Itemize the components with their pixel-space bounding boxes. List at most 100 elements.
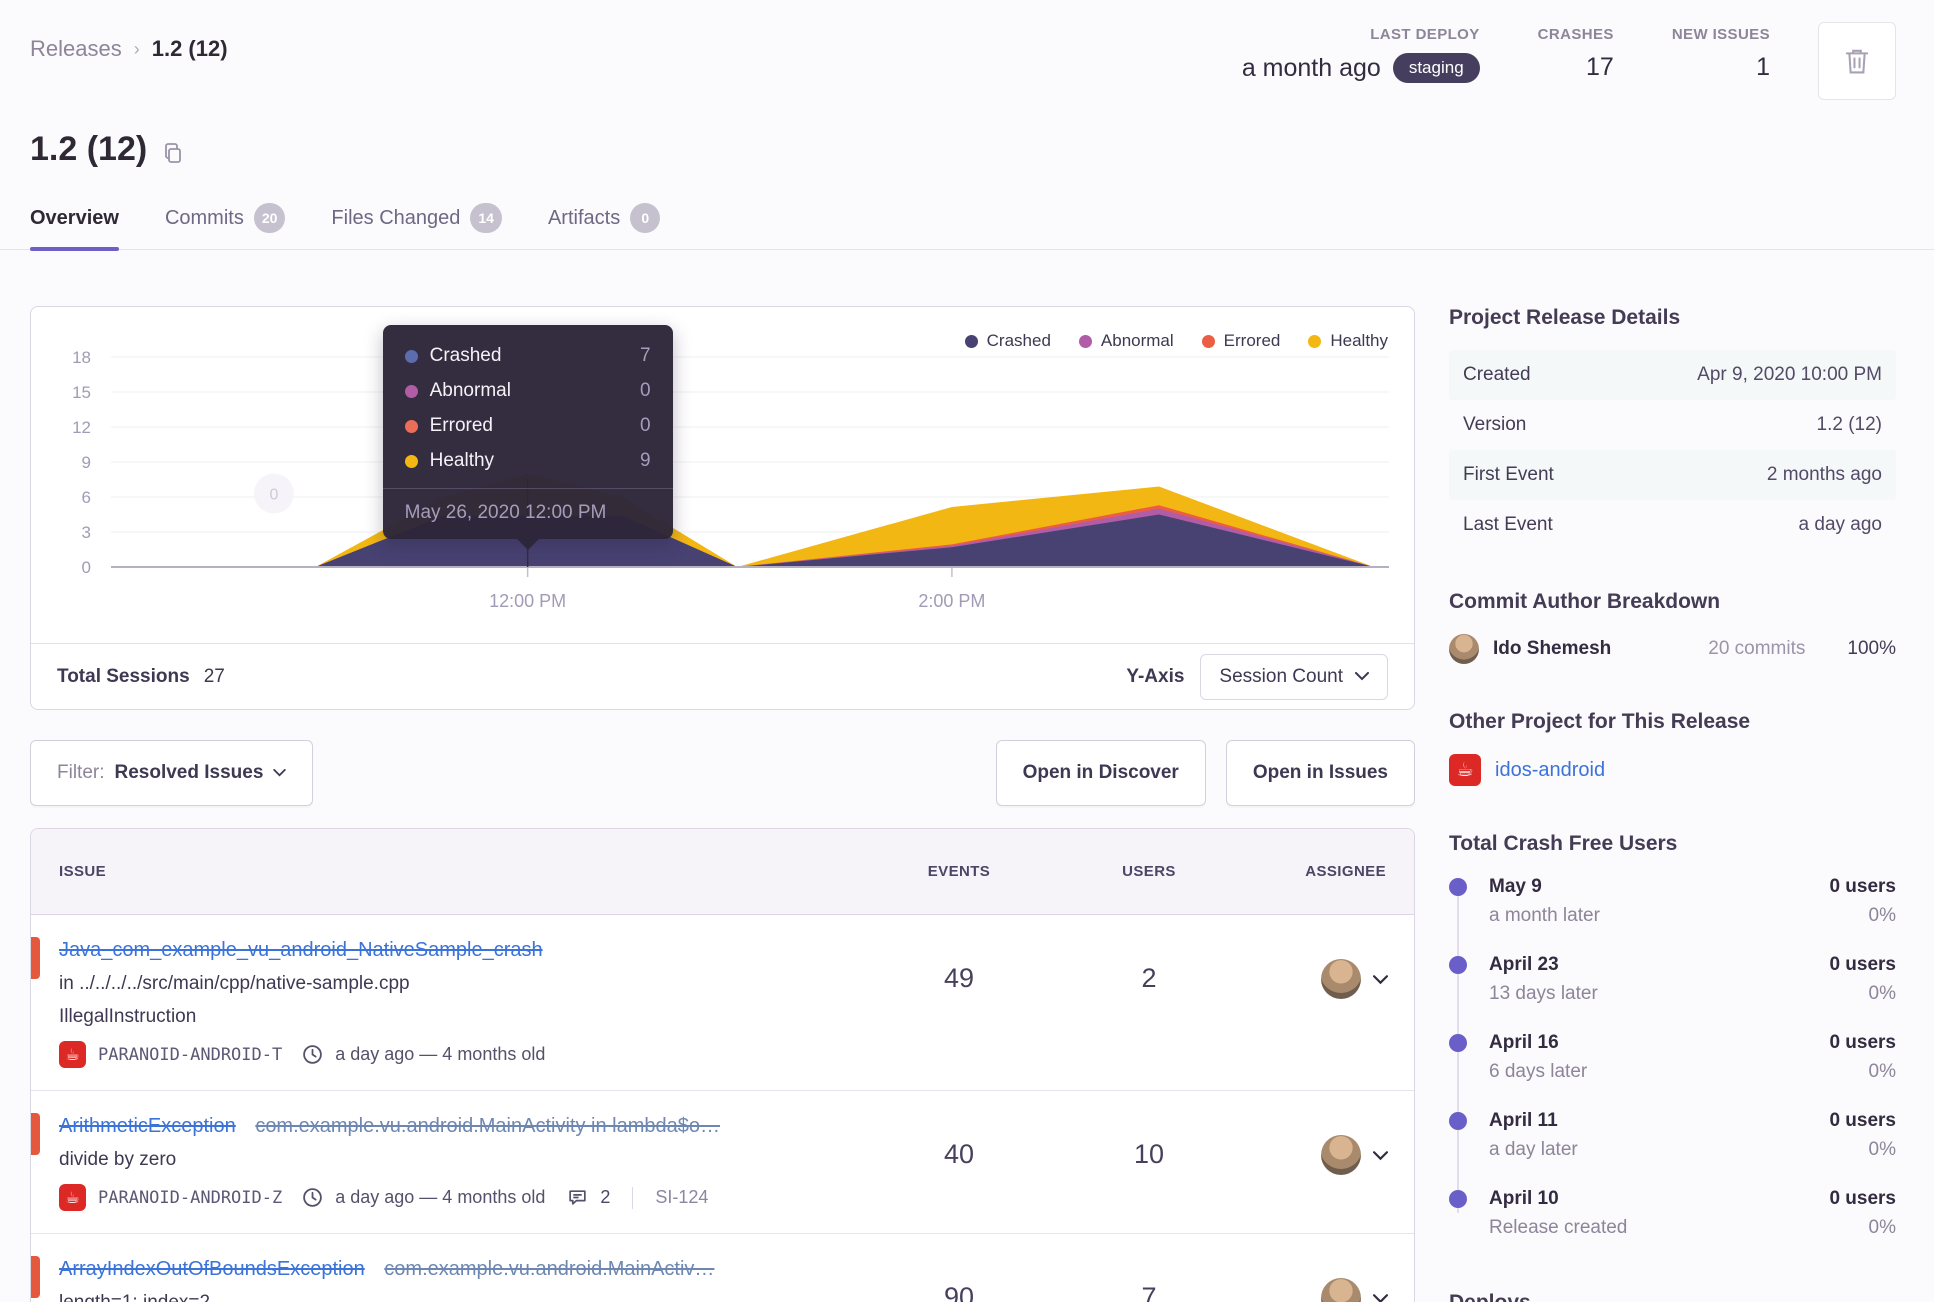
assignee-dropdown-chevron-icon[interactable]	[1373, 959, 1388, 989]
tooltip-errored-value: 0	[640, 415, 651, 436]
issue-title-link[interactable]: ArithmeticException	[59, 1115, 236, 1137]
assignee-dropdown-chevron-icon[interactable]	[1373, 1278, 1388, 1302]
issue-events-count: 40	[943, 1139, 975, 1169]
crash-free-timeline: May 9 a month later 0 users 0% April 23 …	[1449, 876, 1896, 1239]
tab-artifacts[interactable]: Artifacts 0	[548, 203, 661, 249]
legend-item-crashed[interactable]: Crashed	[964, 331, 1051, 351]
timeline-item: April 16 6 days later 0 users 0%	[1449, 1032, 1896, 1083]
yaxis-select[interactable]: Session Count	[1200, 653, 1388, 700]
assignee-dropdown-chevron-icon[interactable]	[1373, 1135, 1388, 1165]
timeline-percent: 0%	[1868, 983, 1896, 1004]
timeline-date: April 10	[1489, 1188, 1559, 1209]
legend-item-errored[interactable]: Errored	[1201, 331, 1281, 351]
commit-author-breakdown-heading: Commit Author Breakdown	[1449, 590, 1721, 613]
open-in-discover-button[interactable]: Open in Discover	[995, 740, 1206, 806]
timeline-users: 0 users	[1829, 1188, 1896, 1209]
issue-title-link[interactable]: Java_com_example_vu_android_NativeSample…	[59, 939, 543, 961]
total-crash-free-users-heading: Total Crash Free Users	[1449, 832, 1678, 855]
tooltip-abnormal-label: Abnormal	[429, 380, 511, 401]
copy-icon	[165, 142, 182, 163]
clock-icon	[303, 1045, 323, 1064]
legend-item-healthy[interactable]: Healthy	[1308, 331, 1388, 351]
timeline-users: 0 users	[1829, 876, 1896, 897]
svg-text:3: 3	[82, 523, 91, 542]
chevron-down-icon	[273, 769, 287, 777]
issue-title-link[interactable]: ArrayIndexOutOfBoundsException	[59, 1258, 365, 1280]
assignee-avatar[interactable]	[1321, 1278, 1361, 1302]
timeline-dot-icon	[1449, 1190, 1467, 1208]
issue-location: in ../../../../src/main/cpp/native-sampl…	[59, 973, 410, 994]
svg-text:18: 18	[72, 348, 91, 367]
author-name: Ido Shemesh	[1493, 638, 1612, 659]
java-platform-icon: ☕	[1449, 754, 1481, 786]
legend-item-abnormal[interactable]: Abnormal	[1078, 331, 1174, 351]
breadcrumb-releases-link[interactable]: Releases	[30, 36, 122, 62]
release-tabs: Overview Commits 20 Files Changed 14 Art…	[0, 169, 1934, 251]
timeline-dot-icon	[1449, 956, 1467, 974]
tooltip-healthy-value: 9	[640, 450, 651, 471]
svg-text:6: 6	[82, 488, 91, 507]
timeline-users: 0 users	[1829, 1032, 1896, 1053]
copy-version-button[interactable]	[161, 135, 185, 165]
page-title: 1.2 (12)	[30, 130, 148, 168]
issue-row: ArithmeticException com.example.vu.andro…	[31, 1091, 1414, 1234]
timeline-users: 0 users	[1829, 954, 1896, 975]
chart-footer: Total Sessions 27 Y-Axis Session Count	[31, 643, 1414, 709]
timeline-percent: 0%	[1868, 1061, 1896, 1082]
svg-text:0: 0	[82, 558, 91, 577]
open-in-issues-button[interactable]: Open in Issues	[1225, 740, 1415, 806]
detail-value: 1.2 (12)	[1816, 414, 1882, 435]
release-stats: LAST DEPLOY a month ago staging CRASHES …	[1242, 22, 1896, 100]
stat-crashes-value: 17	[1586, 53, 1614, 81]
delete-release-button[interactable]	[1818, 22, 1896, 100]
timeline-dot-icon	[1449, 878, 1467, 896]
issues-filter-dropdown[interactable]: Filter: Resolved Issues	[30, 740, 314, 806]
issue-events-count: 90	[943, 1282, 975, 1302]
column-issue: ISSUE	[59, 863, 107, 880]
legend-errored-label: Errored	[1223, 331, 1281, 350]
external-issue-ref: SI-124	[655, 1187, 709, 1207]
issue-culprit: com.example.vu.android.MainActivity in l…	[255, 1115, 720, 1137]
timeline-date: April 23	[1489, 954, 1559, 975]
tooltip-abnormal-dot-icon	[404, 384, 418, 398]
stat-new-issues: NEW ISSUES 1	[1672, 26, 1770, 82]
issue-row: ArrayIndexOutOfBoundsException com.examp…	[31, 1234, 1414, 1302]
tooltip-healthy-label: Healthy	[429, 450, 495, 471]
issues-table: ISSUE EVENTS USERS ASSIGNEE Java_com_exa…	[30, 828, 1415, 1302]
svg-text:2:00 PM: 2:00 PM	[918, 591, 985, 611]
error-level-indicator	[31, 1256, 40, 1298]
stat-last-deploy-value: a month ago	[1241, 53, 1381, 82]
timeline-percent: 0%	[1868, 1217, 1896, 1238]
other-project-heading: Other Project for This Release	[1449, 710, 1751, 733]
yaxis-label: Y-Axis	[1126, 665, 1185, 687]
tooltip-healthy-dot-icon	[404, 454, 418, 468]
tab-files-changed[interactable]: Files Changed 14	[331, 203, 502, 249]
java-platform-icon: ☕	[59, 1041, 86, 1068]
stat-new-issues-value: 1	[1756, 53, 1770, 81]
filter-selected-value: Resolved Issues	[114, 762, 264, 783]
timeline-date: May 9	[1489, 876, 1542, 897]
sessions-area-chart[interactable]: 0 3 6 9 12 15 18 0 12:00 PM 2:00 PM	[31, 307, 1414, 643]
timeline-date: April 16	[1489, 1032, 1559, 1053]
stat-last-deploy: LAST DEPLOY a month ago staging	[1242, 26, 1480, 83]
other-project-link[interactable]: idos-android	[1495, 759, 1605, 782]
breadcrumb: Releases › 1.2 (12)	[30, 26, 228, 62]
timeline-percent: 0%	[1868, 905, 1896, 926]
healthy-dot-icon	[1308, 334, 1322, 348]
assignee-cell	[1244, 1254, 1414, 1302]
issues-toolbar: Filter: Resolved Issues Open in Discover…	[30, 740, 1415, 806]
detail-value: a day ago	[1798, 514, 1882, 535]
stat-crashes-label: CRASHES	[1537, 26, 1614, 43]
stat-crashes: CRASHES 17	[1538, 26, 1614, 82]
stat-new-issues-label: NEW ISSUES	[1671, 26, 1770, 43]
trash-icon	[1845, 49, 1869, 74]
tab-commits-count: 20	[253, 203, 286, 233]
tab-artifacts-count: 0	[630, 203, 661, 233]
tab-commits[interactable]: Commits 20	[165, 203, 286, 249]
tooltip-errored-label: Errored	[429, 415, 493, 436]
detail-row-version: Version 1.2 (12)	[1449, 400, 1896, 450]
assignee-avatar[interactable]	[1321, 959, 1361, 999]
assignee-avatar[interactable]	[1321, 1135, 1361, 1175]
tab-files-changed-count: 14	[470, 203, 502, 233]
tab-overview[interactable]: Overview	[30, 203, 119, 251]
